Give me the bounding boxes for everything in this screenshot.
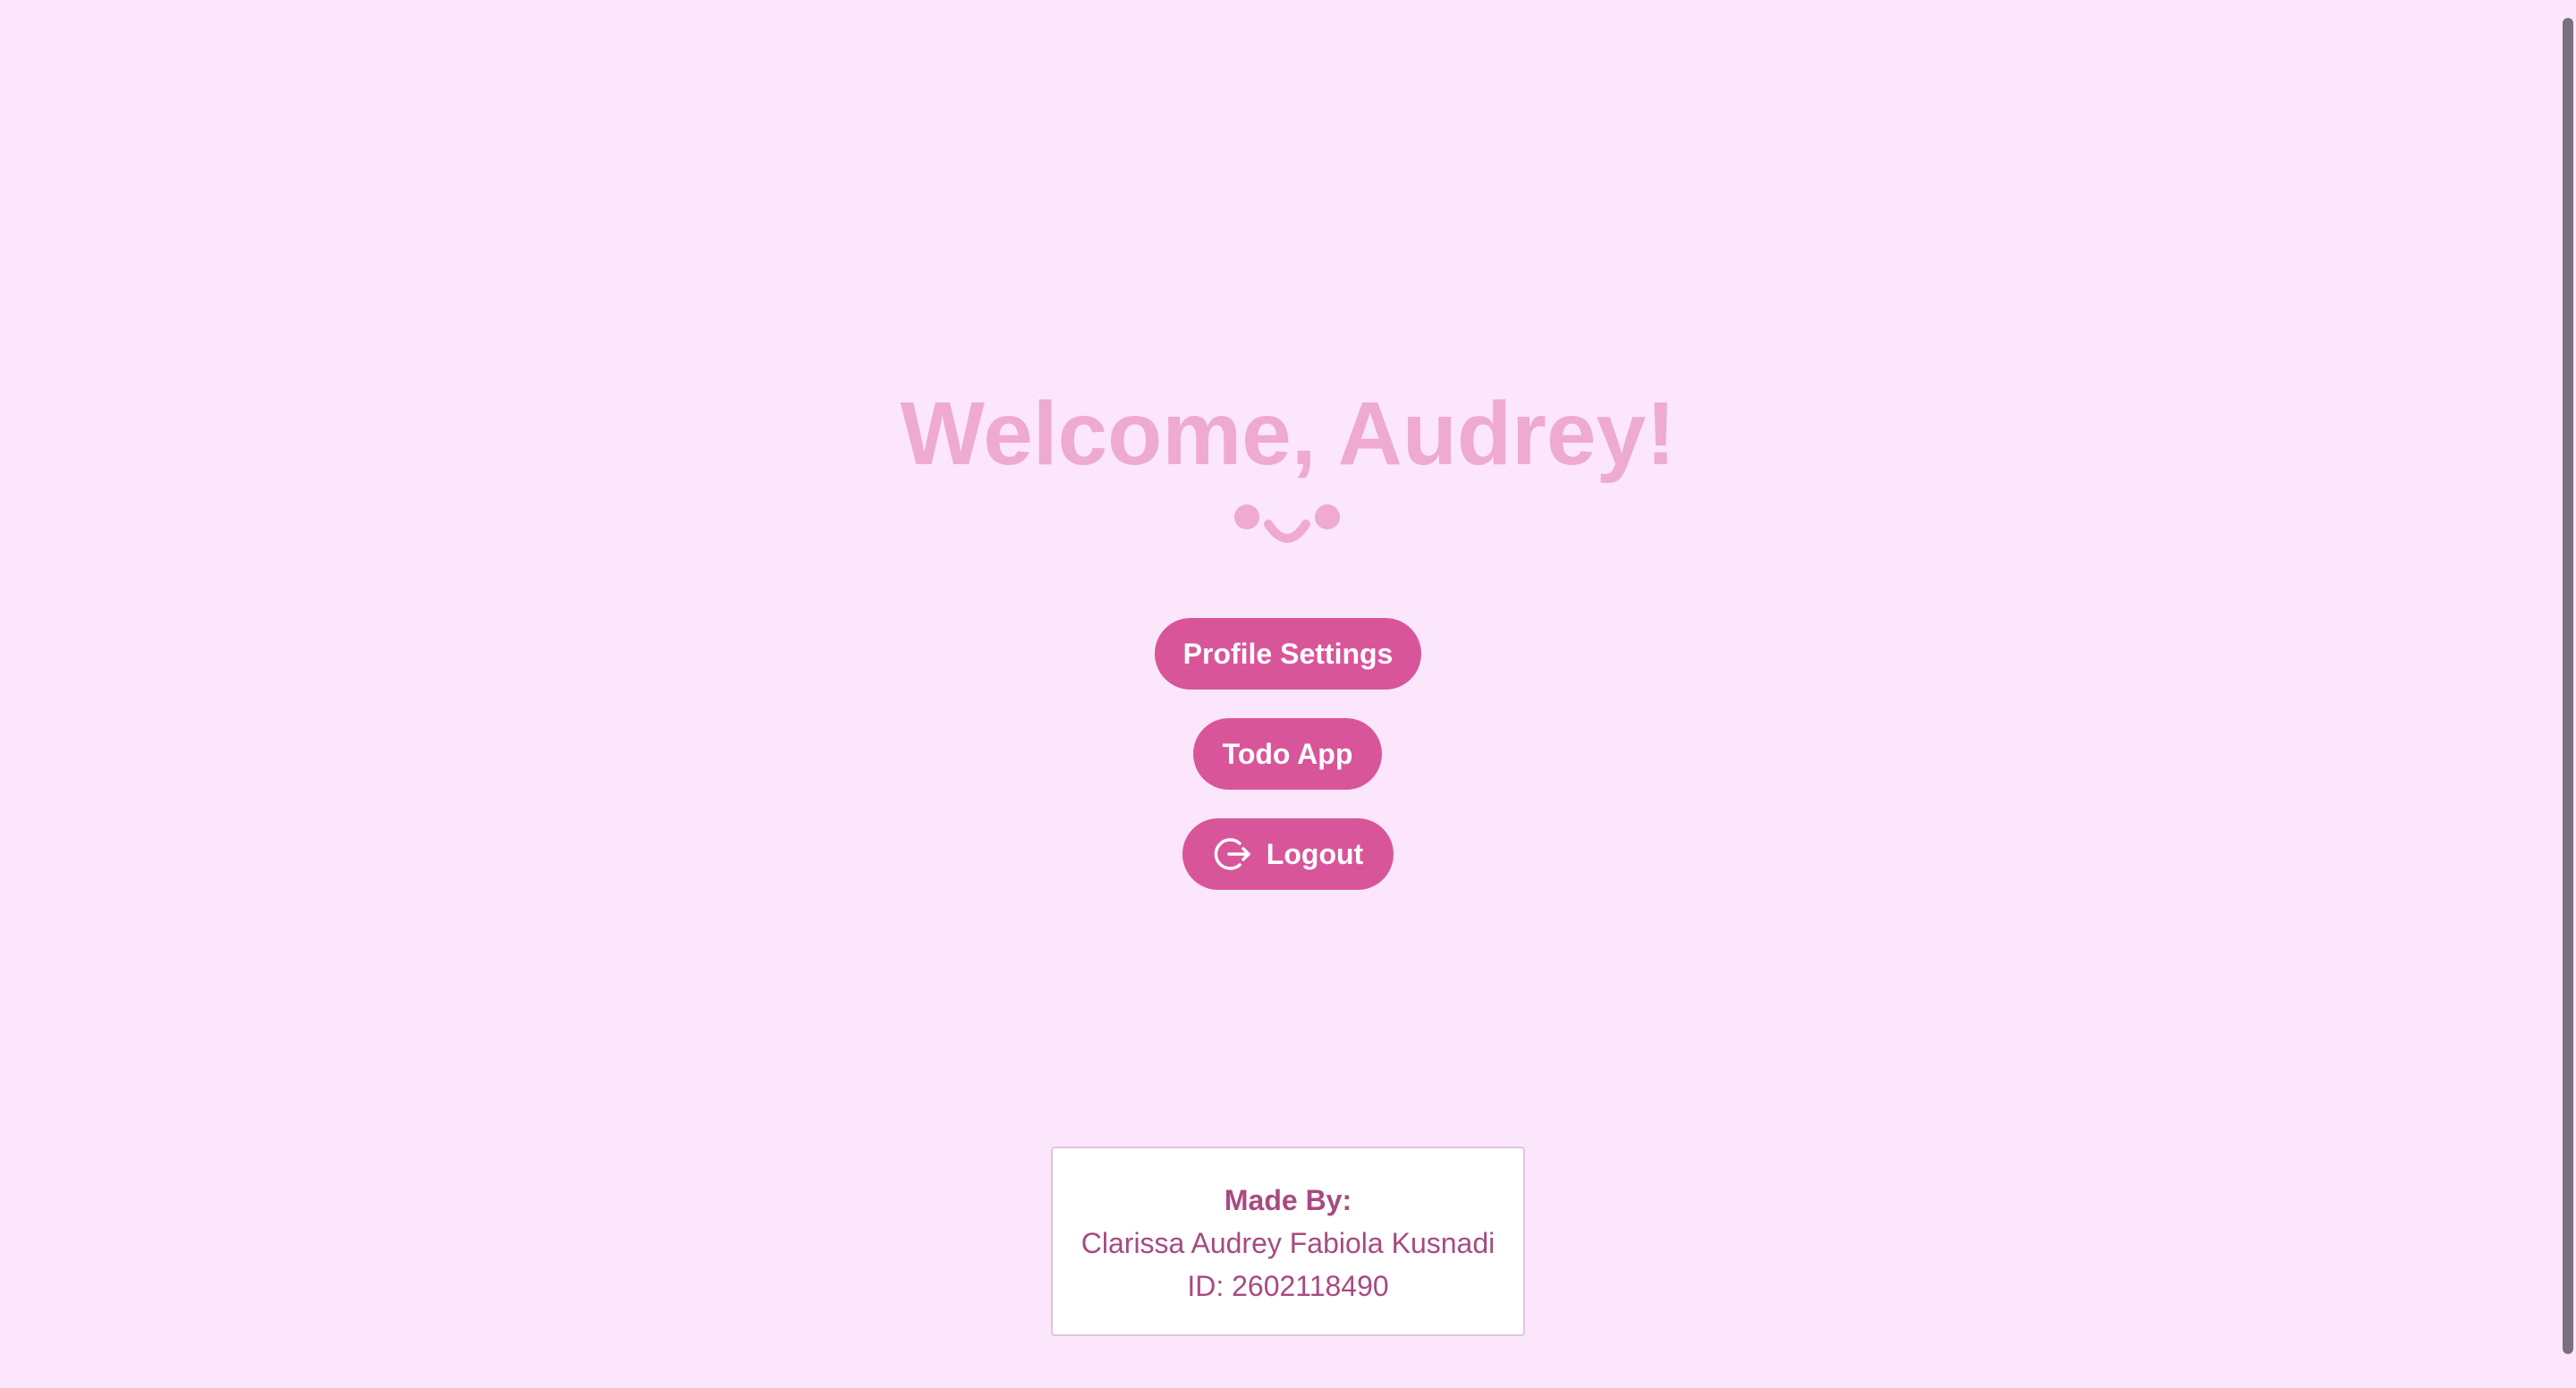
page: Welcome, Audrey! Profile Settings Todo A…: [0, 0, 2576, 1388]
made-by-heading: Made By:: [1224, 1184, 1352, 1216]
footer-credits-card: Made By: Clarissa Audrey Fabiola Kusnadi…: [1051, 1147, 1525, 1336]
profile-settings-button[interactable]: Profile Settings: [1155, 618, 1421, 690]
main-content: Welcome, Audrey! Profile Settings Todo A…: [0, 0, 2560, 1388]
logout-icon: [1214, 838, 1250, 870]
todo-app-button[interactable]: Todo App: [1193, 718, 1382, 790]
vertical-scrollbar[interactable]: [2560, 0, 2576, 1388]
author-name: Clarissa Audrey Fabiola Kusnadi: [1080, 1227, 1496, 1259]
todo-app-label: Todo App: [1222, 737, 1353, 770]
scrollbar-thumb[interactable]: [2563, 18, 2573, 1354]
welcome-title: Welcome, Audrey!: [900, 384, 1676, 484]
smiley-face-icon: [1234, 504, 1340, 543]
profile-settings-label: Profile Settings: [1182, 637, 1394, 670]
logout-label: Logout: [1266, 837, 1364, 870]
author-id: ID: 2602118490: [1187, 1270, 1389, 1302]
logout-button[interactable]: Logout: [1182, 818, 1394, 890]
